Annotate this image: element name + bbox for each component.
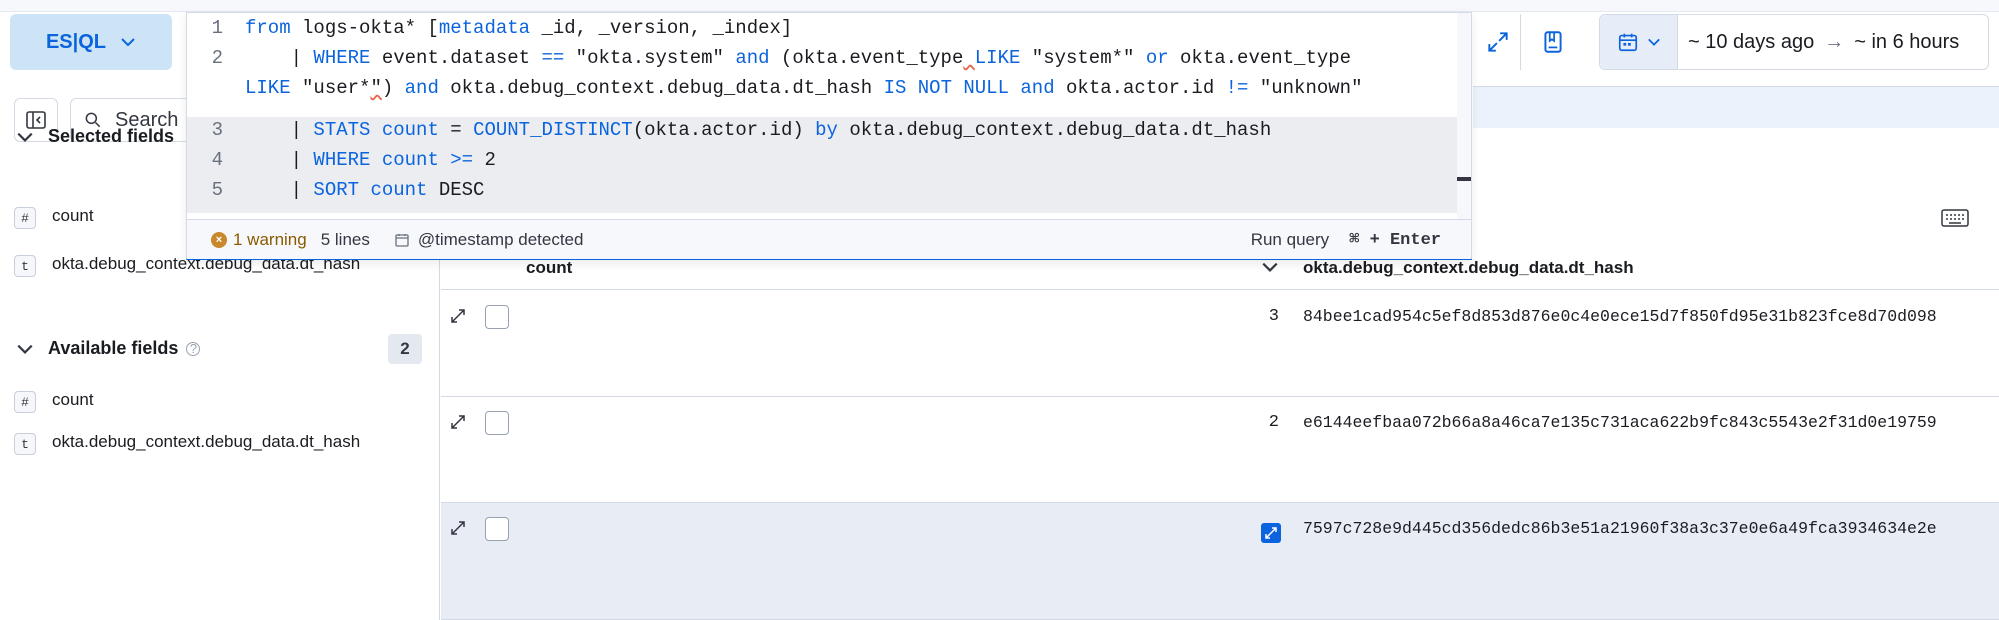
calendar-icon	[395, 233, 409, 247]
toolbar-divider	[1520, 14, 1521, 70]
expand-row-button[interactable]	[449, 413, 469, 433]
code-text: | SORT count DESC	[245, 179, 485, 201]
expand-icon	[451, 415, 465, 429]
available-fields-title: Available fields	[48, 338, 179, 358]
field-name: count	[52, 390, 94, 409]
number-type-icon: #	[14, 207, 36, 229]
keyboard-shortcuts-button[interactable]	[1941, 208, 1969, 228]
esql-label: ES|QL	[45, 30, 107, 53]
code-text: from logs-okta* [metadata _id, _version,…	[245, 17, 793, 39]
cell-count: 2	[1268, 413, 1279, 432]
field-item[interactable]: t okta.debug_context.debug_data.dt_hash	[14, 432, 372, 455]
number-type-icon: #	[14, 391, 36, 413]
row-checkbox[interactable]	[485, 305, 509, 329]
timestamp-detected: @timestamp detected	[417, 229, 584, 249]
column-header-hash[interactable]: okta.debug_context.debug_data.dt_hash	[1303, 258, 1634, 278]
run-query-label[interactable]: Run query	[1251, 230, 1329, 250]
warning-indicator[interactable]: × 1 warning	[211, 230, 307, 250]
code-text: | WHERE count >= 2	[245, 149, 496, 171]
scroll-thumb[interactable]	[1457, 177, 1471, 181]
warning-icon: ×	[211, 231, 227, 248]
line-number: 3	[211, 119, 223, 141]
chevron-down-icon	[1647, 38, 1660, 46]
keyboard-icon	[1941, 209, 1969, 227]
documentation-button[interactable]	[1528, 16, 1578, 68]
code-text: | STATS count = COUNT_DISTINCT(okta.acto…	[245, 119, 1272, 141]
quick-menu-button[interactable]	[1600, 15, 1678, 69]
cell-hash: 84bee1cad954c5ef8d853d876e0c4e0ece15d7f8…	[1303, 307, 1937, 326]
chevron-down-icon[interactable]	[1261, 258, 1279, 276]
editor-footer: × 1 warning 5 lines @timestamp detected …	[187, 219, 1471, 259]
expand-row-button[interactable]	[449, 307, 469, 327]
top-bar	[0, 0, 1999, 12]
code-text: | WHERE event.dataset == "okta.system" a…	[245, 47, 1352, 69]
warning-text: 1 warning	[233, 229, 307, 249]
expand-icon	[451, 309, 465, 323]
time-end[interactable]: ~ in 6 hours	[1844, 31, 1969, 54]
row-checkbox[interactable]	[485, 411, 509, 435]
time-start[interactable]: ~ 10 days ago	[1678, 31, 1824, 54]
line-number: 1	[211, 17, 223, 39]
row-checkbox[interactable]	[485, 517, 509, 541]
run-query-shortcut: ⌘ + Enter	[1349, 231, 1441, 250]
selected-fields-title: Selected fields	[48, 126, 175, 146]
expand-icon	[1265, 527, 1277, 539]
cell-hash: 7597c728e9d445cd356dedc86b3e51a21960f38a…	[1303, 519, 1937, 538]
book-icon	[1544, 31, 1562, 53]
selected-fields-toggle[interactable]: Selected fields	[16, 126, 174, 147]
line-count: 5 lines	[320, 229, 370, 249]
expand-icon	[451, 521, 465, 535]
line-number: 5	[211, 179, 223, 201]
text-type-icon: t	[14, 433, 36, 455]
expand-editor-button[interactable]	[1473, 16, 1523, 68]
esql-language-button[interactable]: ES|QL	[10, 14, 172, 70]
available-count-badge: 2	[388, 334, 422, 364]
available-fields-toggle[interactable]: Available fields ?	[16, 338, 201, 359]
line-number: 2	[211, 47, 223, 69]
expand-icon	[1488, 32, 1508, 52]
esql-query-editor[interactable]: 1 from logs-okta* [metadata _id, _version…	[186, 12, 1472, 260]
code-area[interactable]: 1 from logs-okta* [metadata _id, _version…	[187, 13, 1471, 219]
field-item[interactable]: # count	[14, 390, 372, 413]
expand-row-button[interactable]	[449, 519, 469, 539]
editor-scrollbar[interactable]	[1457, 13, 1471, 219]
chevron-down-icon	[17, 344, 33, 354]
line-number: 4	[211, 149, 223, 171]
column-header-count[interactable]: count	[526, 258, 572, 278]
table-row[interactable]: 2 e6144eefbaa072b66a8a46ca7e135c731aca62…	[441, 397, 1999, 503]
chevron-down-icon	[121, 38, 135, 47]
time-range-picker[interactable]: ~ 10 days ago → ~ in 6 hours	[1599, 14, 1989, 70]
arrow-right-icon: →	[1824, 30, 1845, 53]
chevron-down-icon	[17, 132, 33, 142]
code-text: LIKE "user*") and okta.debug_context.deb…	[245, 77, 1363, 99]
cell-count: 3	[1268, 307, 1279, 326]
calendar-icon	[1618, 33, 1637, 52]
text-type-icon: t	[14, 255, 36, 277]
cell-hash: e6144eefbaa072b66a8a46ca7e135c731aca622b…	[1303, 413, 1937, 432]
table-row[interactable]: 7597c728e9d445cd356dedc86b3e51a21960f38a…	[441, 503, 1999, 620]
cell-expand-popover-button[interactable]	[1261, 523, 1281, 543]
field-name: okta.debug_context.debug_data.dt_hash	[52, 432, 361, 451]
help-icon[interactable]: ?	[186, 341, 201, 356]
table-row[interactable]: 3 84bee1cad954c5ef8d853d876e0c4e0ece15d7…	[441, 291, 1999, 397]
